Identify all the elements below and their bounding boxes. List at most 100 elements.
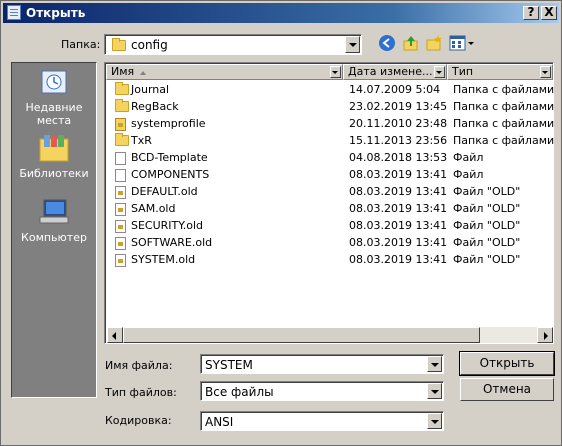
file-date: 08.03.2019 13:41 bbox=[349, 253, 448, 266]
chevron-down-icon[interactable] bbox=[427, 356, 442, 372]
file-type: Файл "OLD" bbox=[453, 185, 521, 198]
scroll-right-button[interactable] bbox=[537, 327, 553, 343]
locked-file-icon bbox=[115, 220, 126, 233]
column-type-label: Тип bbox=[452, 65, 474, 78]
file-date: 14.07.2009 5:04 bbox=[349, 83, 441, 96]
folder-icon bbox=[115, 82, 129, 95]
arrow-right-icon bbox=[544, 332, 548, 340]
help-button[interactable]: ? bbox=[523, 6, 539, 20]
close-button[interactable]: X bbox=[541, 6, 557, 20]
file-row[interactable]: Journal 14.07.2009 5:04 Папка с файлами bbox=[107, 81, 555, 98]
new-folder-icon bbox=[426, 35, 442, 51]
file-row[interactable]: COMPONENTS 08.03.2019 13:41 Файл bbox=[107, 166, 553, 183]
file-type: Файл bbox=[453, 151, 484, 164]
file-row[interactable]: TxR 15.11.2013 23:56 Папка с файлами bbox=[107, 132, 555, 149]
file-date: 08.03.2019 13:41 bbox=[349, 219, 448, 232]
encoding-label: Кодировка: bbox=[105, 414, 172, 427]
file-date: 23.02.2019 13:45 bbox=[349, 100, 448, 113]
place-libraries-label: Библиотеки bbox=[19, 167, 89, 180]
encoding-value: ANSI bbox=[205, 415, 234, 429]
file-date: 04.08.2018 13:53 bbox=[349, 151, 448, 164]
file-icon bbox=[115, 152, 126, 165]
back-button[interactable] bbox=[378, 34, 396, 52]
folder-icon bbox=[115, 133, 129, 146]
lookin-value: config bbox=[131, 38, 168, 52]
file-row[interactable]: DEFAULT.old 08.03.2019 13:41 Файл "OLD" bbox=[107, 183, 553, 200]
file-date: 08.03.2019 13:41 bbox=[349, 185, 448, 198]
back-arrow-icon bbox=[379, 35, 395, 51]
place-computer[interactable]: Компьютер bbox=[12, 197, 96, 244]
file-date: 08.03.2019 13:41 bbox=[349, 236, 448, 249]
column-type[interactable]: Тип bbox=[447, 64, 553, 80]
libraries-icon bbox=[38, 133, 70, 163]
filetype-select[interactable]: Все файлы bbox=[200, 381, 444, 401]
file-row[interactable]: SAM.old 08.03.2019 13:41 Файл "OLD" bbox=[107, 200, 553, 217]
column-name-filter[interactable] bbox=[330, 66, 341, 78]
column-name[interactable]: Имя bbox=[106, 64, 343, 80]
locked-file-icon bbox=[115, 186, 126, 199]
chevron-down-icon[interactable] bbox=[345, 36, 360, 53]
file-row[interactable]: SYSTEM.old 08.03.2019 13:41 Файл "OLD" bbox=[107, 251, 553, 268]
place-libraries[interactable]: Библиотеки bbox=[12, 133, 96, 180]
file-name: SYSTEM.old bbox=[131, 253, 196, 266]
file-type: Файл "OLD" bbox=[453, 253, 521, 266]
file-row[interactable]: SOFTWARE.old 08.03.2019 13:41 Файл "OLD" bbox=[107, 234, 553, 251]
file-row[interactable]: RegBack 23.02.2019 13:45 Папка с файлами bbox=[107, 98, 554, 115]
file-type: Папка с файлами bbox=[453, 134, 555, 147]
file-name: RegBack bbox=[131, 100, 179, 113]
open-button[interactable]: Открыть bbox=[459, 351, 555, 376]
filetype-value: Все файлы bbox=[205, 385, 274, 399]
column-date[interactable]: Дата измене... bbox=[343, 64, 447, 80]
view-menu-button[interactable] bbox=[449, 34, 475, 52]
chevron-down-icon[interactable] bbox=[427, 383, 442, 399]
file-row[interactable]: systemprofile 20.11.2010 23:48 Папка с фай… bbox=[107, 115, 555, 132]
filename-input[interactable]: SYSTEM bbox=[200, 354, 444, 374]
column-date-filter[interactable] bbox=[434, 66, 445, 78]
file-list[interactable]: Имя Дата измене... Тип Journal 14.07.2009… bbox=[104, 62, 554, 344]
open-file-dialog: Открыть ? X Папка: config Недавние места… bbox=[0, 0, 562, 446]
file-row[interactable]: BCD-Template 04.08.2018 13:53 Файл bbox=[107, 149, 553, 166]
file-date: 20.11.2010 23:48 bbox=[349, 117, 448, 130]
new-folder-button[interactable] bbox=[425, 34, 443, 52]
filename-label: Имя файла: bbox=[105, 359, 173, 372]
file-icon bbox=[115, 169, 126, 182]
title-bar[interactable]: Открыть ? X bbox=[3, 3, 559, 23]
file-name: SECURITY.old bbox=[131, 219, 204, 232]
chevron-down-icon[interactable] bbox=[427, 413, 442, 429]
lookin-combo[interactable]: config bbox=[104, 34, 362, 55]
file-date: 15.11.2013 23:56 bbox=[349, 134, 448, 147]
sort-ascending-icon bbox=[140, 71, 146, 75]
up-folder-icon bbox=[403, 36, 418, 51]
file-name: SAM.old bbox=[131, 202, 176, 215]
filetype-label: Тип файлов: bbox=[105, 386, 177, 399]
horizontal-scrollbar[interactable] bbox=[107, 327, 553, 343]
computer-icon bbox=[38, 197, 70, 227]
cancel-button[interactable]: Отмена bbox=[460, 378, 554, 401]
file-name: TxR bbox=[131, 134, 152, 147]
file-name: BCD-Template bbox=[131, 151, 208, 164]
file-name: DEFAULT.old bbox=[131, 185, 198, 198]
encoding-select[interactable]: ANSI bbox=[200, 411, 444, 431]
scroll-left-button[interactable] bbox=[107, 327, 123, 343]
file-name: SOFTWARE.old bbox=[131, 236, 213, 249]
file-row[interactable]: SECURITY.old 08.03.2019 13:41 Файл "OLD" bbox=[107, 217, 553, 234]
lookin-label: Папка: bbox=[61, 38, 101, 51]
file-date: 08.03.2019 13:41 bbox=[349, 202, 448, 215]
column-type-filter[interactable] bbox=[540, 66, 551, 78]
up-folder-button[interactable] bbox=[402, 34, 420, 52]
file-type: Файл bbox=[453, 168, 484, 181]
arrow-left-icon bbox=[112, 332, 116, 340]
file-name: systemprofile bbox=[131, 117, 206, 130]
scroll-thumb[interactable] bbox=[123, 327, 480, 343]
notepad-icon bbox=[7, 5, 21, 20]
filename-value: SYSTEM bbox=[205, 358, 253, 372]
file-type: Папка с файлами bbox=[453, 83, 555, 96]
place-recent[interactable]: Недавние места bbox=[12, 67, 96, 127]
file-type: Файл "OLD" bbox=[453, 236, 521, 249]
folder-icon bbox=[112, 38, 126, 51]
file-type: Файл "OLD" bbox=[453, 202, 521, 215]
file-type: Файл "OLD" bbox=[453, 219, 521, 232]
locked-file-icon bbox=[115, 237, 126, 250]
file-type: Папка с файлами bbox=[453, 117, 555, 130]
view-menu-icon bbox=[449, 35, 474, 51]
